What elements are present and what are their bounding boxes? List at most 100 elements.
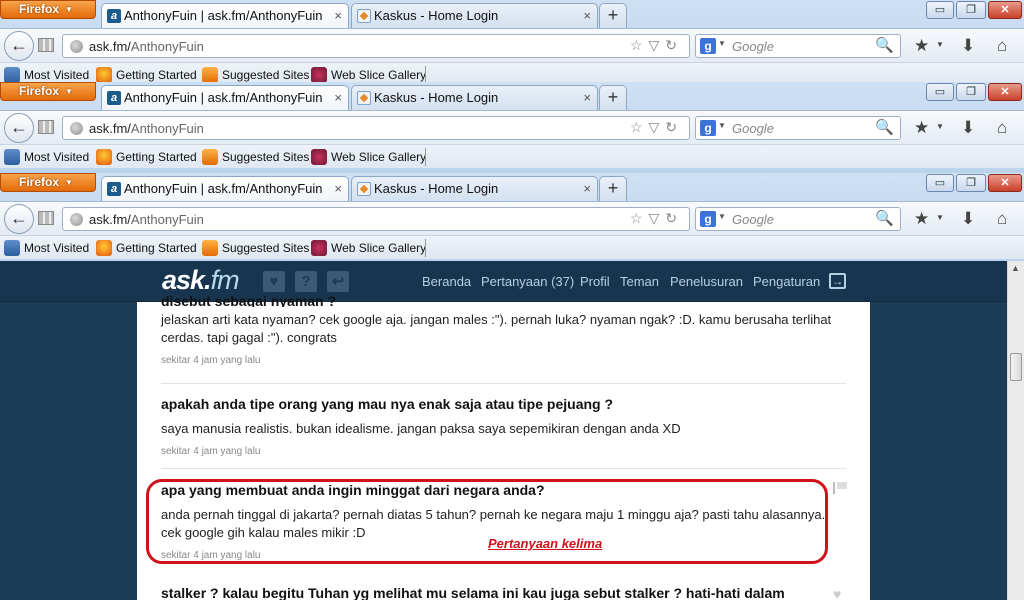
search-input[interactable]: Google xyxy=(732,121,774,136)
minimize-button[interactable]: ▭ xyxy=(926,1,954,19)
bookmark-most-visited[interactable]: Most Visited xyxy=(4,149,89,165)
heart-icon[interactable]: ♥ xyxy=(263,271,285,292)
askfm-favicon-icon: a xyxy=(107,9,121,23)
window-close-button[interactable]: ✕ xyxy=(988,1,1022,19)
maximize-button[interactable]: ❐ xyxy=(956,83,986,101)
url-bar[interactable]: ask.fm/AnthonyFuin ☆▽↻ xyxy=(62,34,690,58)
download-icon[interactable]: ⬇ xyxy=(961,118,975,138)
back-button[interactable]: ← xyxy=(4,31,34,61)
google-icon[interactable]: g xyxy=(700,38,716,54)
tab-groups-icon[interactable] xyxy=(38,120,54,134)
list-item: stalker ? kalau begitu Tuhan yg melihat … xyxy=(161,585,846,600)
close-icon[interactable]: × xyxy=(334,4,342,27)
search-bar[interactable]: g ▼ Google 🔍 xyxy=(695,207,901,231)
google-icon[interactable]: g xyxy=(700,120,716,136)
window-close-button[interactable]: ✕ xyxy=(988,174,1022,192)
window-close-button[interactable]: ✕ xyxy=(988,83,1022,101)
firefox-menu-button[interactable]: Firefox ▼ xyxy=(0,173,96,192)
close-icon[interactable]: × xyxy=(583,177,591,200)
search-bar[interactable]: g ▼ Google 🔍 xyxy=(695,34,901,58)
close-icon[interactable]: × xyxy=(334,86,342,109)
scrollbar-thumb[interactable] xyxy=(1010,353,1022,381)
tab-askfm[interactable]: a AnthonyFuin | ask.fm/AnthonyFuin × xyxy=(101,176,349,201)
url-bar[interactable]: ask.fm/AnthonyFuin ☆▽↻ xyxy=(62,207,690,231)
close-icon[interactable]: × xyxy=(583,4,591,27)
search-input[interactable]: Google xyxy=(732,39,774,54)
new-tab-button[interactable]: + xyxy=(599,85,627,110)
bookmark-getting-started[interactable]: Getting Started xyxy=(96,67,197,82)
bookmarks-icon[interactable]: ★ xyxy=(914,118,929,138)
bookmark-suggested-sites[interactable]: Suggested Sites xyxy=(202,149,309,165)
answer-timestamp[interactable]: sekitar 4 jam yang lalu xyxy=(161,446,846,457)
chevron-down-icon[interactable]: ▼ xyxy=(718,121,726,130)
chevron-down-icon[interactable]: ▼ xyxy=(718,212,726,221)
chevron-down-icon[interactable]: ▼ xyxy=(936,40,944,49)
tab-kaskus[interactable]: Kaskus - Home Login × xyxy=(351,3,598,28)
chevron-down-icon[interactable]: ▼ xyxy=(936,122,944,131)
flag-icon[interactable] xyxy=(833,482,847,494)
bookmark-suggested-sites[interactable]: Suggested Sites xyxy=(202,240,309,256)
bookmark-getting-started[interactable]: Getting Started xyxy=(96,240,197,256)
home-icon[interactable]: ⌂ xyxy=(997,36,1007,56)
nav-pengaturan[interactable]: Pengaturan xyxy=(753,274,820,289)
download-icon[interactable]: ⬇ xyxy=(961,209,975,229)
nav-profil[interactable]: Profil xyxy=(580,274,610,289)
star-reload-icons[interactable]: ☆▽↻ xyxy=(630,37,683,54)
nav-beranda[interactable]: Beranda xyxy=(422,274,471,289)
search-bar[interactable]: g ▼ Google 🔍 xyxy=(695,116,901,140)
reply-icon[interactable]: ↩ xyxy=(327,271,349,292)
google-icon[interactable]: g xyxy=(700,211,716,227)
tab-askfm[interactable]: a AnthonyFuin | ask.fm/AnthonyFuin × xyxy=(101,85,349,110)
url-bar[interactable]: ask.fm/AnthonyFuin ☆▽↻ xyxy=(62,116,690,140)
nav-teman[interactable]: Teman xyxy=(620,274,659,289)
close-icon[interactable]: × xyxy=(583,86,591,109)
download-icon[interactable]: ⬇ xyxy=(961,36,975,56)
new-tab-button[interactable]: + xyxy=(599,3,627,28)
nav-pertanyaan[interactable]: Pertanyaan (37) xyxy=(481,274,574,289)
home-icon[interactable]: ⌂ xyxy=(997,209,1007,229)
firefox-menu-button[interactable]: Firefox ▼ xyxy=(0,0,96,19)
tab-groups-icon[interactable] xyxy=(38,211,54,225)
question-icon[interactable]: ? xyxy=(295,271,317,292)
maximize-button[interactable]: ❐ xyxy=(956,1,986,19)
askfm-logo[interactable]: ask.fm xyxy=(162,265,240,296)
globe-icon xyxy=(70,213,83,226)
scroll-up-icon[interactable]: ▲ xyxy=(1011,263,1020,273)
new-tab-button[interactable]: + xyxy=(599,176,627,201)
tab-kaskus[interactable]: Kaskus - Home Login × xyxy=(351,176,598,201)
home-icon[interactable]: ⌂ xyxy=(997,118,1007,138)
star-reload-icons[interactable]: ☆▽↻ xyxy=(630,119,683,136)
page-scrollbar[interactable]: ▲ xyxy=(1007,261,1024,600)
bookmark-most-visited[interactable]: Most Visited xyxy=(4,67,89,82)
minimize-button[interactable]: ▭ xyxy=(926,174,954,192)
tab-kaskus[interactable]: Kaskus - Home Login × xyxy=(351,85,598,110)
bookmark-web-slice-gallery[interactable]: Web Slice Gallery xyxy=(311,67,426,82)
answer-timestamp[interactable]: sekitar 4 jam yang lalu xyxy=(161,355,846,366)
chevron-down-icon[interactable]: ▼ xyxy=(936,213,944,222)
bookmarks-icon[interactable]: ★ xyxy=(914,209,929,229)
back-button[interactable]: ← xyxy=(4,204,34,234)
chevron-down-icon[interactable]: ▼ xyxy=(718,39,726,48)
nav-penelusuran[interactable]: Penelusuran xyxy=(670,274,743,289)
close-icon[interactable]: × xyxy=(334,177,342,200)
search-icon[interactable]: 🔍 xyxy=(875,36,894,54)
bookmark-web-slice-gallery[interactable]: Web Slice Gallery xyxy=(311,240,426,256)
back-button[interactable]: ← xyxy=(4,113,34,143)
search-input[interactable]: Google xyxy=(732,212,774,227)
maximize-button[interactable]: ❐ xyxy=(956,174,986,192)
bookmark-most-visited[interactable]: Most Visited xyxy=(4,240,89,256)
bookmark-suggested-sites[interactable]: Suggested Sites xyxy=(202,67,309,82)
bookmarks-icon[interactable]: ★ xyxy=(914,36,929,56)
tab-groups-icon[interactable] xyxy=(38,38,54,52)
star-reload-icons[interactable]: ☆▽↻ xyxy=(630,210,683,227)
answer-text: jelaskan arti kata nyaman? cek google aj… xyxy=(161,312,832,345)
search-icon[interactable]: 🔍 xyxy=(875,118,894,136)
minimize-button[interactable]: ▭ xyxy=(926,83,954,101)
bookmark-web-slice-gallery[interactable]: Web Slice Gallery xyxy=(311,149,426,165)
url-path: AnthonyFuin xyxy=(130,39,204,54)
logout-icon[interactable]: → xyxy=(829,273,846,289)
search-icon[interactable]: 🔍 xyxy=(875,209,894,227)
firefox-menu-button[interactable]: Firefox ▼ xyxy=(0,82,96,101)
tab-askfm[interactable]: a AnthonyFuin | ask.fm/AnthonyFuin × xyxy=(101,3,349,28)
bookmark-getting-started[interactable]: Getting Started xyxy=(96,149,197,165)
